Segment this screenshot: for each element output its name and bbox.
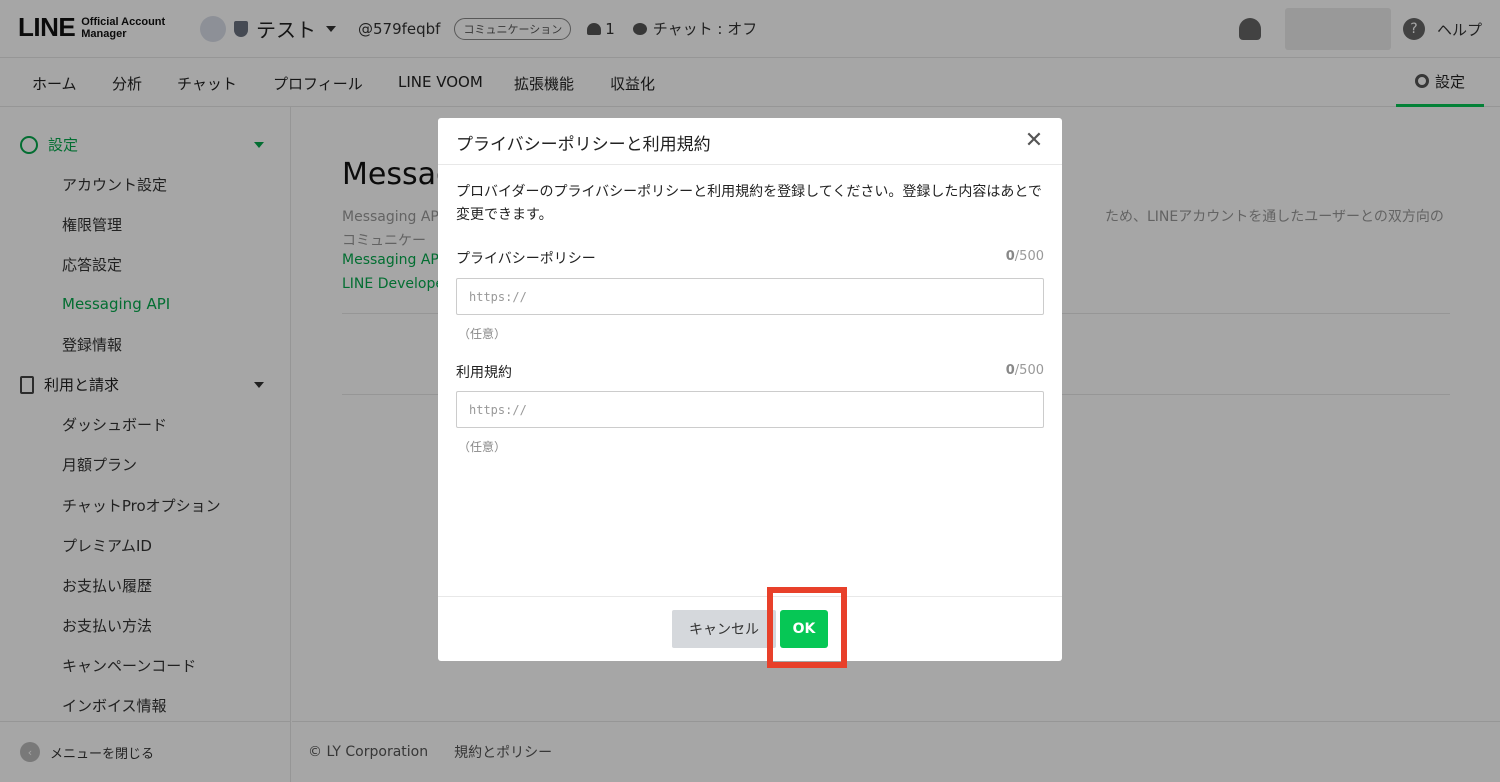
privacy-count: 0 — [1005, 249, 1015, 264]
privacy-max: /500 — [1014, 249, 1044, 264]
terms-count: 0 — [1005, 363, 1015, 378]
dialog-footer: キャンセル OK — [438, 596, 1062, 661]
ok-highlight-box — [767, 587, 847, 668]
terms-counter: 0/500 — [1006, 363, 1044, 378]
privacy-policy-counter: 0/500 — [1006, 249, 1044, 264]
cancel-button[interactable]: キャンセル — [672, 610, 776, 648]
terms-optional-note: （任意） — [458, 440, 507, 454]
privacy-optional-note: （任意） — [458, 327, 507, 341]
dialog-header: プライバシーポリシーと利用規約 ✕ — [438, 118, 1062, 165]
terms-max: /500 — [1014, 363, 1044, 378]
terms-label: 利用規約 — [456, 365, 512, 381]
dialog-description: プロバイダーのプライバシーポリシーと利用規約を登録してください。登録した内容はあ… — [456, 184, 1042, 223]
privacy-terms-dialog: プライバシーポリシーと利用規約 ✕ プロバイダーのプライバシーポリシーと利用規約… — [438, 118, 1062, 661]
dialog-title: プライバシーポリシーと利用規約 — [456, 135, 711, 155]
close-icon[interactable]: ✕ — [1022, 129, 1046, 153]
terms-input[interactable] — [456, 391, 1044, 428]
privacy-policy-input[interactable] — [456, 278, 1044, 315]
privacy-policy-label: プライバシーポリシー — [456, 251, 596, 267]
